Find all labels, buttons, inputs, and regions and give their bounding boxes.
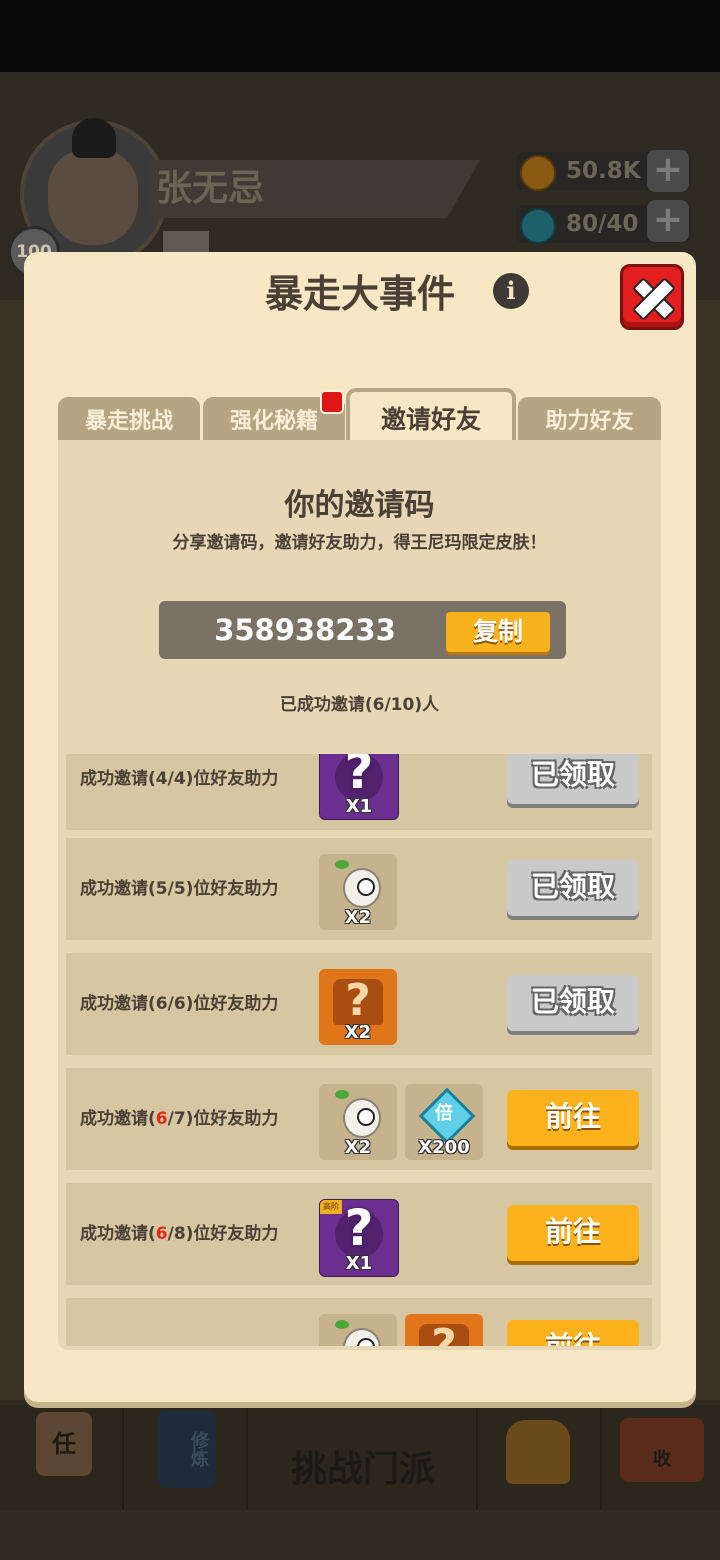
list-item: 成功邀请(6/6)位好友助力 ? X2 已领取 <box>66 953 652 1055</box>
invite-code-value: 358938233 <box>214 613 396 647</box>
mystery-box-reward[interactable]: ? X1 <box>319 754 399 820</box>
add-gold-button[interactable]: + <box>647 150 689 192</box>
bun-reward[interactable] <box>319 1314 397 1346</box>
list-item: 成功邀请(6/7)位好友助力 X2 倍 X200 前往 <box>66 1068 652 1170</box>
row-label: 成功邀请(6/7)位好友助力 <box>80 1109 279 1129</box>
go-button[interactable]: 前往 <box>507 1090 639 1146</box>
question-icon: ? <box>344 1199 374 1257</box>
cultivate-book-icon: 修炼 <box>158 1410 216 1488</box>
go-button[interactable]: 前往 <box>507 1205 639 1261</box>
row-label: 成功邀请(5/5)位好友助力 <box>80 879 279 899</box>
player-name: 张无忌 <box>150 160 480 218</box>
tab-invite-friends[interactable]: 邀请好友 <box>346 388 516 442</box>
question-icon: ? <box>344 754 374 800</box>
multiplier-gem-reward[interactable]: 倍 X200 <box>405 1084 483 1160</box>
tab-rampage-challenge[interactable]: 暴走挑战 <box>58 397 200 441</box>
collect-house-icon: 收 <box>620 1418 704 1482</box>
invite-code-subtitle: 分享邀请码，邀请好友助力，得王尼玛限定皮肤！ <box>172 533 547 553</box>
nav-challenge-sect[interactable]: 挑战门派 <box>278 1440 448 1490</box>
list-item: 成功邀请(5/5)位好友助力 X2 已领取 <box>66 838 652 940</box>
list-item: 成功邀请(6/8)位好友助力 高阶 ? X1 前往 <box>66 1183 652 1285</box>
bun-reward[interactable]: X2 <box>319 854 397 930</box>
outfit-reward[interactable]: ? <box>405 1314 483 1346</box>
status-bar <box>0 0 720 72</box>
avatar-face <box>48 150 138 245</box>
add-energy-button[interactable]: + <box>647 200 689 242</box>
info-icon[interactable]: i <box>493 273 529 309</box>
outfit-reward[interactable]: ? X2 <box>319 969 397 1045</box>
notification-dot <box>320 390 344 414</box>
list-item: ? 前往 <box>66 1298 652 1346</box>
tab-assist-friends[interactable]: 助力好友 <box>518 397 661 441</box>
claimed-button[interactable]: 已领取 <box>507 975 639 1031</box>
coin-icon <box>520 155 556 191</box>
bun-reward[interactable]: X2 <box>319 1084 397 1160</box>
row-label: 成功邀请(6/8)位好友助力 <box>80 1224 279 1244</box>
reward-list[interactable]: 成功邀请(4/4)位好友助力 ? X1 已领取 成功邀请(5/5)位好友助力 X… <box>66 754 652 1346</box>
invite-code-title: 你的邀请码 <box>284 488 435 523</box>
close-button[interactable] <box>620 264 684 330</box>
go-button[interactable]: 前往 <box>507 1320 639 1346</box>
row-label: 成功邀请(6/6)位好友助力 <box>80 994 279 1014</box>
invited-count: 已成功邀请(6/10)人 <box>279 695 440 715</box>
task-scroll-icon: 任 <box>36 1412 92 1476</box>
mystery-box-reward[interactable]: 高阶 ? X1 <box>319 1199 399 1277</box>
avatar-hair <box>72 118 116 158</box>
energy-icon <box>520 208 556 244</box>
dialog-title: 暴走大事件 <box>264 272 455 316</box>
claimed-button[interactable]: 已领取 <box>507 860 639 916</box>
row-label: 成功邀请(4/4)位好友助力 <box>80 769 279 789</box>
list-item: 成功邀请(4/4)位好友助力 ? X1 已领取 <box>66 754 652 830</box>
copy-button[interactable]: 复制 <box>446 612 550 652</box>
claimed-button[interactable]: 已领取 <box>507 754 639 804</box>
armor-icon <box>506 1420 570 1484</box>
